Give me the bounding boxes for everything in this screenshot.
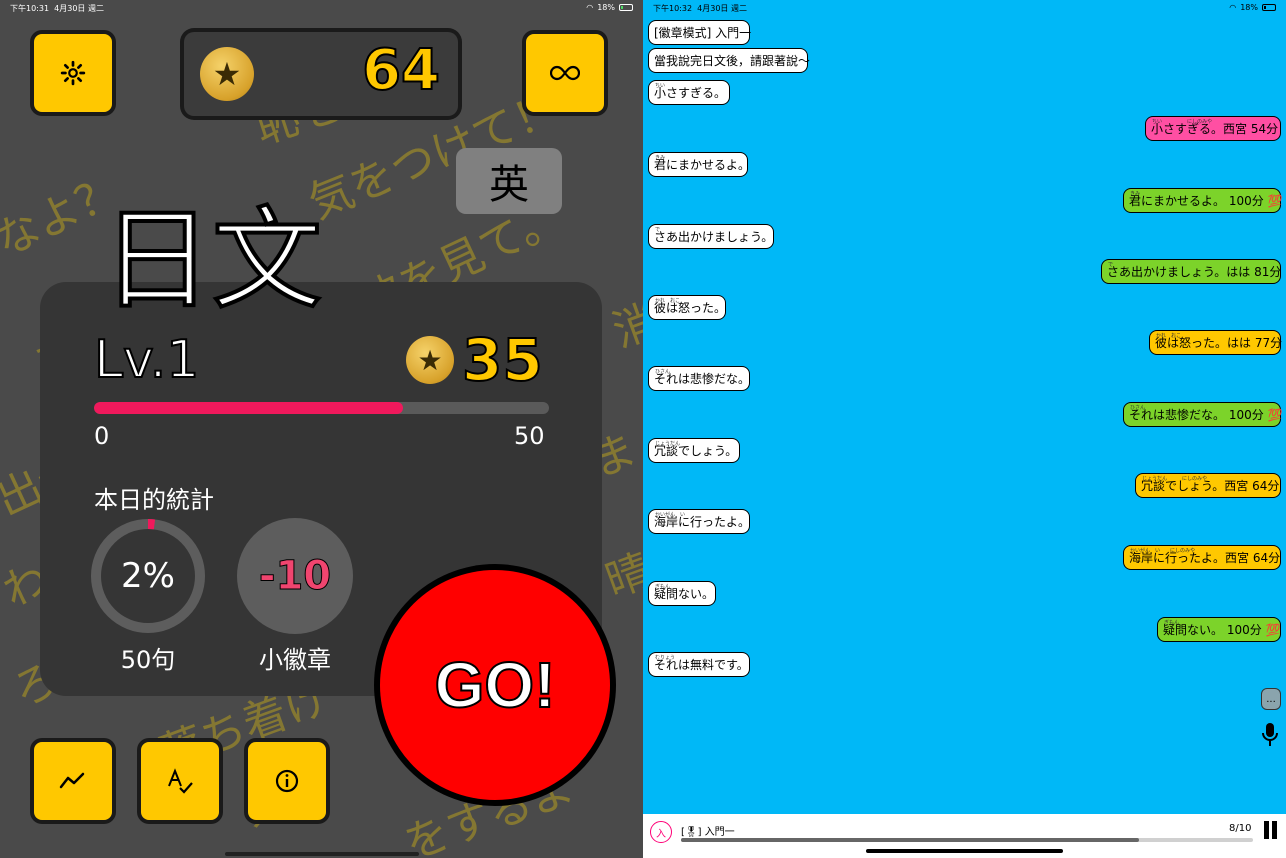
furigana: ひさん xyxy=(655,369,671,375)
spell-check-icon xyxy=(168,768,193,794)
status-bar: 下午10:31 4月30日 週二 ◠ 18% xyxy=(0,3,643,15)
message-text: 君にまかせるよ。 100分 💯 xyxy=(1129,194,1283,208)
teacher-message[interactable]: ちい 小さすぎる。 xyxy=(648,80,730,105)
status-bar: 下午10:32 4月30日 週二 ◠ 18% xyxy=(643,3,1286,15)
progress-max-label: 50 xyxy=(514,422,545,450)
teacher-message[interactable]: じょうだん 冗談でしょう。 xyxy=(648,438,740,463)
teacher-message[interactable]: ひさん それは悲惨だな。 xyxy=(648,366,750,391)
user-message[interactable]: ぎもん 疑問ない。 100分 💯 xyxy=(1157,617,1281,642)
badge-label: 小徽章 xyxy=(259,646,331,674)
infinite-mode-button[interactable] xyxy=(522,30,608,116)
message-text: さあ出かけましょう。はは 81分 xyxy=(1107,265,1282,279)
furigana: ちい にしのみや xyxy=(1152,119,1213,125)
message-text: さあ出かけましょう。 xyxy=(654,230,774,244)
lesson-count: 8/10 xyxy=(1229,823,1252,834)
message-text: 君にまかせるよ。 xyxy=(654,158,751,172)
status-time-date: 下午10:32 4月30日 週二 xyxy=(653,4,747,13)
level-coins-value: 35 xyxy=(461,325,544,395)
wifi-icon: ◠ xyxy=(1229,3,1237,12)
info-icon xyxy=(275,769,299,793)
user-message[interactable]: でさあ出かけましょう。はは 81分 xyxy=(1101,259,1281,284)
teacher-message[interactable]: 當我說完日文後，請跟著說〜 xyxy=(648,48,811,73)
stats-title: 本日的統計 xyxy=(94,486,214,514)
status-right: ◠ 18% xyxy=(586,3,633,12)
info-button[interactable] xyxy=(244,738,330,824)
message-text: それは悲惨だな。 100分 💯 xyxy=(1129,408,1283,422)
furigana: かいがん い にしのみや xyxy=(1130,548,1196,554)
settings-button[interactable] xyxy=(30,30,116,116)
sentence-count: 50句 xyxy=(120,646,176,674)
progress-min-label: 0 xyxy=(94,422,110,450)
furigana: きみ xyxy=(1130,191,1141,197)
user-message[interactable]: かいがん い にしのみや 海岸に行ったよ。西宮 64分 xyxy=(1123,545,1281,570)
total-coins-display: ★ 64 xyxy=(180,28,462,120)
furigana: きみ xyxy=(655,155,666,161)
furigana: かれ おこ xyxy=(1156,333,1182,339)
teacher-message[interactable]: でさあ出かけましょう。 xyxy=(648,224,774,249)
microphone-icon[interactable] xyxy=(1260,722,1280,748)
user-message[interactable]: かれ おこ 彼は怒った。はは 77分 xyxy=(1149,330,1282,355)
teacher-message[interactable]: かいがん い海岸に行ったよ。 xyxy=(648,509,750,534)
bg-phrase: 消 xyxy=(606,294,643,358)
furigana: むりょう xyxy=(655,655,676,661)
lesson-title: [🎖] 入門一 xyxy=(681,827,735,838)
total-coins-value: 64 xyxy=(361,37,441,104)
home-indicator[interactable] xyxy=(225,852,419,856)
teacher-message[interactable]: ぎもん 疑問ない。 xyxy=(648,581,716,606)
teacher-message[interactable]: かれ おこ 彼は怒った。 xyxy=(648,295,726,320)
lesson-progress-track xyxy=(681,838,1253,842)
furigana: かれ おこ xyxy=(655,298,681,304)
level-progress-bar xyxy=(94,402,549,414)
furigana: ひさん xyxy=(1130,405,1146,411)
furigana: ぎもん xyxy=(655,584,671,590)
battery-icon xyxy=(619,4,633,11)
daily-percent-ring: 2% xyxy=(90,518,206,634)
more-button[interactable]: ... xyxy=(1261,688,1281,710)
wifi-icon: ◠ xyxy=(586,3,594,12)
lesson-progress-fill xyxy=(681,838,1139,842)
teacher-message[interactable]: [徽章模式] 入門一 xyxy=(648,20,752,45)
home-indicator[interactable] xyxy=(866,849,1063,853)
star-coin-icon: ★ xyxy=(200,47,254,101)
gear-icon xyxy=(60,60,86,86)
battery-text: 18% xyxy=(1240,3,1258,12)
furigana: で xyxy=(655,227,661,233)
user-message[interactable]: じょうだん にしのみや 冗談でしょう。西宮 64分 xyxy=(1135,473,1281,498)
daily-percent-value: 2% xyxy=(121,556,175,596)
furigana: で xyxy=(1108,262,1114,268)
teacher-message[interactable]: きみ 君にまかせるよ。 xyxy=(648,152,751,177)
furigana: かいがん い xyxy=(655,512,686,518)
chart-line-icon xyxy=(59,772,85,789)
avatar[interactable]: 入 xyxy=(650,821,672,843)
home-screen: 下午10:31 4月30日 週二 ◠ 18% 恥を知れ！ 気をつけて！ 彼を見て… xyxy=(0,0,643,858)
chat-screen: 下午10:32 4月30日 週二 ◠ 18% [徽章模式] 入門一當我說完日文後… xyxy=(643,0,1286,858)
badge-value: -10 xyxy=(237,518,353,634)
vocabulary-button[interactable] xyxy=(137,738,223,824)
level-label: Lv.1 xyxy=(93,329,200,391)
furigana: ぎもん xyxy=(1164,620,1180,626)
furigana: ちい xyxy=(655,83,666,89)
teacher-message[interactable]: むりょう それは無料です。 xyxy=(648,652,750,677)
level-progress-fill xyxy=(94,402,404,414)
status-time-date: 下午10:31 4月30日 週二 xyxy=(10,4,104,13)
status-right: ◠ 18% xyxy=(1229,3,1276,12)
message-text: [徽章模式] 入門一 xyxy=(654,26,752,40)
infinity-icon xyxy=(550,65,580,81)
user-message[interactable]: ひさん それは悲惨だな。 100分 💯 xyxy=(1123,402,1283,427)
bg-phrase: 晴 xyxy=(599,544,643,608)
furigana: じょうだん xyxy=(655,441,681,447)
battery-text: 18% xyxy=(597,3,615,12)
pause-button[interactable] xyxy=(1262,821,1280,839)
star-coin-icon: ★ xyxy=(406,336,454,384)
user-message[interactable]: きみ 君にまかせるよ。 100分 💯 xyxy=(1123,188,1283,213)
furigana: じょうだん にしのみや xyxy=(1142,476,1208,482)
go-button[interactable]: GO! xyxy=(374,564,616,806)
language-toggle-button[interactable]: 英 xyxy=(456,148,562,214)
message-text: 當我說完日文後，請跟著說〜 xyxy=(654,54,811,68)
language-title: 日文 xyxy=(100,196,324,324)
message-text: 疑問ない。 100分 💯 xyxy=(1163,623,1281,637)
user-message[interactable]: ちい にしのみや 小さすぎる。西宮 54分 xyxy=(1145,116,1281,141)
stats-button[interactable] xyxy=(30,738,116,824)
battery-icon xyxy=(1262,4,1276,11)
